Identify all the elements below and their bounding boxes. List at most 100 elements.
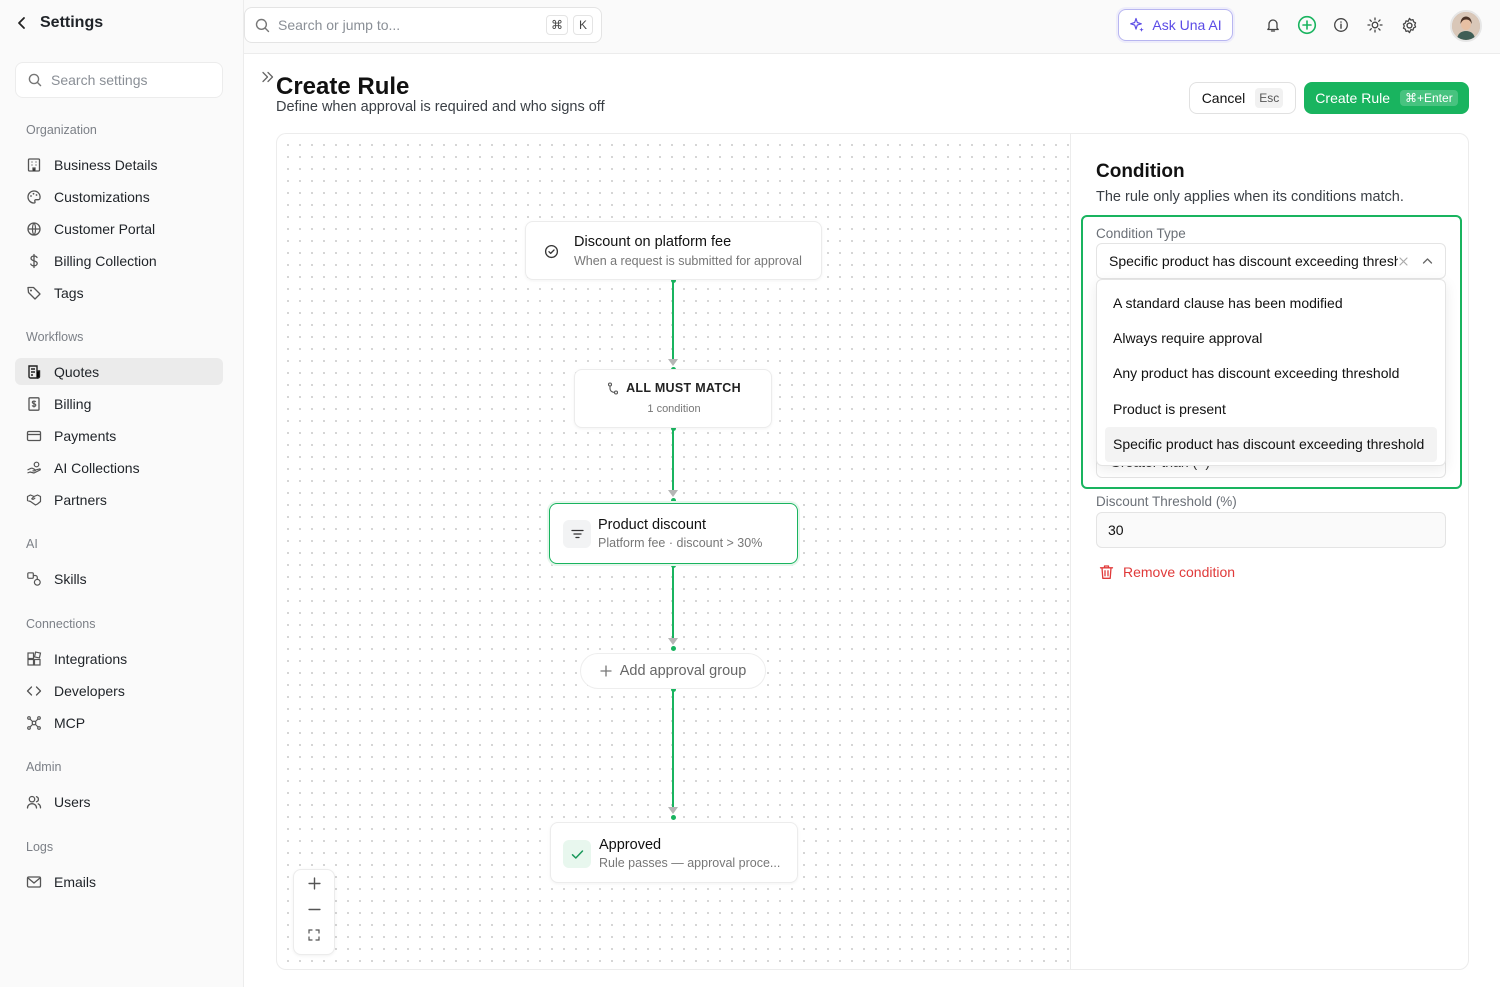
ask-una-ai-button[interactable]: Ask Una AI bbox=[1118, 9, 1233, 41]
chevrons-right-icon[interactable] bbox=[261, 71, 275, 83]
remove-condition-button[interactable]: Remove condition bbox=[1099, 564, 1235, 580]
sidebar-item-partners[interactable]: Partners bbox=[15, 486, 223, 513]
credit-card-icon bbox=[26, 428, 42, 444]
trash-icon bbox=[1099, 564, 1114, 580]
settings-search-placeholder: Search settings bbox=[51, 72, 148, 88]
sidebar-item-label: Customizations bbox=[54, 188, 150, 205]
connector-line bbox=[672, 690, 674, 809]
check-icon bbox=[563, 840, 591, 868]
mail-icon bbox=[26, 874, 42, 890]
blocks-icon bbox=[26, 650, 42, 667]
circle-check-icon bbox=[544, 244, 559, 259]
search-shortcut: ⌘ K bbox=[546, 15, 593, 35]
section-logs: Logs bbox=[26, 840, 54, 854]
product-discount-subtitle: Platform fee · discount > 30% bbox=[598, 536, 763, 550]
connector-arrow bbox=[668, 490, 678, 497]
flow-canvas[interactable]: Discount on platform fee When a request … bbox=[276, 133, 1070, 970]
minus-icon bbox=[307, 903, 321, 916]
bell-icon[interactable] bbox=[1263, 15, 1283, 35]
git-branch-icon bbox=[607, 381, 619, 395]
sidebar-item-label: Integrations bbox=[54, 650, 128, 667]
gear-icon[interactable] bbox=[1399, 15, 1419, 35]
add-approval-group-button[interactable]: Add approval group bbox=[580, 653, 766, 689]
global-search-input[interactable]: Search or jump to... ⌘ K bbox=[244, 7, 602, 43]
handshake-icon bbox=[26, 492, 42, 508]
top-bar: Search or jump to... ⌘ K Ask Una AI bbox=[244, 0, 1500, 54]
sidebar-item-label: Billing Collection bbox=[54, 252, 157, 269]
globe-icon bbox=[26, 221, 42, 237]
settings-sidebar: Settings Search settings Organization Bu… bbox=[0, 0, 244, 987]
match-node[interactable]: ALL MUST MATCH 1 condition bbox=[574, 369, 772, 428]
condition-panel: Condition The rule only applies when its… bbox=[1070, 133, 1469, 970]
sidebar-item-business-details[interactable]: Business Details bbox=[15, 151, 223, 178]
zoom-out-button[interactable] bbox=[294, 896, 334, 922]
maximize-icon bbox=[308, 929, 320, 941]
sidebar-item-label: Business Details bbox=[54, 156, 158, 173]
settings-search-input[interactable]: Search settings bbox=[15, 62, 223, 98]
add-approval-group-label: Add approval group bbox=[619, 663, 747, 679]
sidebar-item-payments[interactable]: Payments bbox=[15, 422, 223, 449]
sidebar-item-label: MCP bbox=[54, 714, 86, 731]
sidebar-item-label: Tags bbox=[54, 284, 84, 301]
filter-icon bbox=[563, 520, 591, 548]
sidebar-item-developers[interactable]: Developers bbox=[15, 677, 223, 704]
section-organization: Organization bbox=[26, 123, 97, 137]
connector-line bbox=[672, 566, 674, 640]
sidebar-item-integrations[interactable]: Integrations bbox=[15, 645, 223, 672]
plus-circle-icon[interactable] bbox=[1297, 15, 1317, 35]
sidebar-item-ai-collections[interactable]: AI Collections bbox=[15, 454, 223, 481]
product-discount-node[interactable]: Product discount Platform fee · discount… bbox=[549, 503, 798, 564]
invoice-icon bbox=[26, 396, 42, 412]
trigger-subtitle: When a request is submitted for approval bbox=[574, 254, 802, 268]
trigger-title: Discount on platform fee bbox=[574, 234, 732, 250]
sidebar-item-billing[interactable]: Billing bbox=[15, 390, 223, 417]
sidebar-item-label: Partners bbox=[54, 491, 107, 508]
approved-node[interactable]: Approved Rule passes — approval proce... bbox=[550, 822, 798, 883]
sidebar-item-customizations[interactable]: Customizations bbox=[15, 183, 223, 210]
connector-arrow bbox=[668, 638, 678, 645]
create-rule-label: Create Rule bbox=[1315, 90, 1390, 106]
info-icon[interactable] bbox=[1331, 15, 1351, 35]
sidebar-item-label: Skills bbox=[54, 570, 87, 587]
receipt-icon bbox=[26, 364, 42, 380]
create-rule-button[interactable]: Create Rule ⌘+Enter bbox=[1304, 82, 1469, 114]
sidebar-item-tags[interactable]: Tags bbox=[15, 279, 223, 306]
sidebar-item-customer-portal[interactable]: Customer Portal bbox=[15, 215, 223, 242]
connector-arrow bbox=[668, 807, 678, 814]
sidebar-item-quotes[interactable]: Quotes bbox=[15, 358, 223, 385]
sun-icon[interactable] bbox=[1365, 15, 1385, 35]
cancel-button[interactable]: Cancel Esc bbox=[1189, 82, 1296, 114]
match-title: ALL MUST MATCH bbox=[626, 381, 741, 395]
threshold-input[interactable]: 30 bbox=[1096, 512, 1446, 548]
sidebar-item-billing-collection[interactable]: Billing Collection bbox=[15, 247, 223, 274]
sidebar-item-mcp[interactable]: MCP bbox=[15, 709, 223, 736]
search-icon bbox=[255, 18, 270, 33]
connector-line bbox=[672, 429, 674, 492]
cancel-label: Cancel bbox=[1201, 90, 1246, 106]
section-ai: AI bbox=[26, 537, 38, 551]
sidebar-item-label: Emails bbox=[54, 873, 97, 890]
approved-subtitle: Rule passes — approval proce... bbox=[599, 856, 781, 870]
back-to-app[interactable]: Settings bbox=[16, 14, 103, 32]
hand-coins-icon bbox=[26, 460, 42, 476]
plus-icon bbox=[307, 876, 321, 890]
sidebar-item-skills[interactable]: Skills bbox=[15, 565, 223, 592]
code-icon bbox=[26, 683, 42, 699]
shortcut-key: ⌘ bbox=[546, 15, 568, 35]
sidebar-item-label: Payments bbox=[54, 427, 117, 444]
plus-icon bbox=[600, 665, 612, 677]
user-avatar[interactable] bbox=[1450, 10, 1482, 42]
threshold-value: 30 bbox=[1108, 522, 1124, 538]
trigger-node[interactable]: Discount on platform fee When a request … bbox=[525, 221, 822, 280]
connector-dot bbox=[671, 646, 676, 651]
section-workflows: Workflows bbox=[26, 330, 84, 344]
sidebar-item-users[interactable]: Users bbox=[15, 788, 223, 815]
sidebar-item-emails[interactable]: Emails bbox=[15, 868, 223, 895]
sparkle-icon bbox=[1129, 17, 1145, 33]
panel-subtitle: The rule only applies when its condition… bbox=[1096, 189, 1404, 205]
sidebar-item-label: Quotes bbox=[54, 363, 100, 380]
fit-view-button[interactable] bbox=[294, 922, 334, 948]
palette-icon bbox=[26, 189, 42, 205]
zoom-in-button[interactable] bbox=[294, 870, 334, 896]
shortcut-key: K bbox=[573, 15, 593, 35]
